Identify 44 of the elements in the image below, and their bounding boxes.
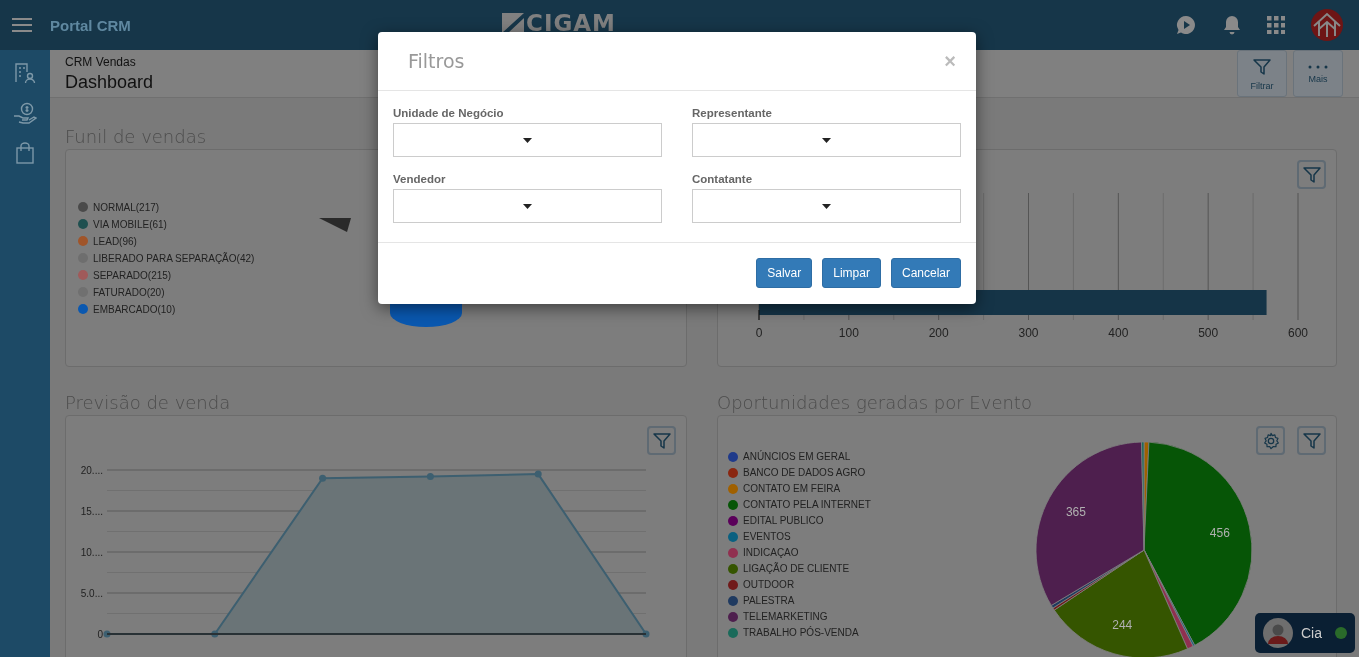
- legend-label: TELEMARKETING: [743, 611, 828, 622]
- legend-label: LIBERADO PARA SEPARAÇÃO(42): [93, 252, 255, 264]
- axis-tick-label: 0: [755, 326, 763, 340]
- legend-label: SEPARADO(215): [93, 269, 172, 281]
- axis-tick-label: 10....: [80, 547, 103, 558]
- legend-label: CONTATO EM FEIRA: [743, 483, 841, 494]
- slice-label: 244: [1112, 617, 1133, 632]
- field-label: Unidade de Negócio: [393, 107, 504, 119]
- legend-label: CONTATO PELA INTERNET: [743, 499, 871, 510]
- logo-text: CIGAM: [526, 10, 616, 36]
- page-title: Dashboard: [65, 71, 154, 93]
- legend-label: VIA MOBILE(61): [93, 218, 167, 230]
- axis-tick-label: 300: [1018, 326, 1039, 340]
- slice-label: 365: [1065, 505, 1086, 520]
- legend-label: EDITAL PUBLICO: [743, 515, 824, 526]
- legend-label: LEAD(96): [93, 235, 137, 247]
- field-label: Representante: [692, 107, 772, 119]
- axis-tick-label: 0: [97, 629, 103, 640]
- axis-tick-label: 600: [1288, 326, 1308, 340]
- legend-label: INDICAÇAO: [743, 547, 799, 558]
- legend-label: BANCO DE DADOS AGRO: [743, 467, 866, 478]
- legend-label: OUTDOOR: [743, 579, 795, 590]
- field-label: Contatante: [692, 173, 753, 185]
- legend-label: PALESTRA: [743, 595, 795, 606]
- slice-label: 456: [1209, 525, 1230, 540]
- legend-label: NORMAL(217): [93, 201, 160, 213]
- axis-tick-label: 15....: [80, 506, 103, 517]
- axis-tick-label: 20....: [80, 465, 103, 476]
- axis-tick-label: 200: [928, 326, 949, 340]
- breadcrumb: CRM Vendas: [65, 54, 137, 69]
- legend-label: FATURADO(20): [93, 286, 165, 298]
- app-title: Portal CRM: [50, 16, 131, 34]
- field-label: Vendedor: [393, 173, 446, 185]
- legend-label: ANÚNCIOS EM GERAL: [743, 451, 851, 462]
- axis-tick-label: 100: [838, 326, 859, 340]
- axis-tick-label: 5.0...: [80, 588, 103, 599]
- axis-tick-label: 400: [1108, 326, 1129, 340]
- axis-tick-label: 500: [1198, 326, 1219, 340]
- legend-label: TRABALHO PÓS-VENDA: [743, 627, 859, 638]
- chat-name: Cia: [1301, 625, 1322, 641]
- legend-label: LIGAÇÃO DE CLIENTE: [743, 563, 850, 574]
- legend-label: EMBARCADO(10): [93, 303, 176, 315]
- legend-label: EVENTOS: [743, 531, 791, 542]
- dialog-title: Filtros: [408, 50, 465, 72]
